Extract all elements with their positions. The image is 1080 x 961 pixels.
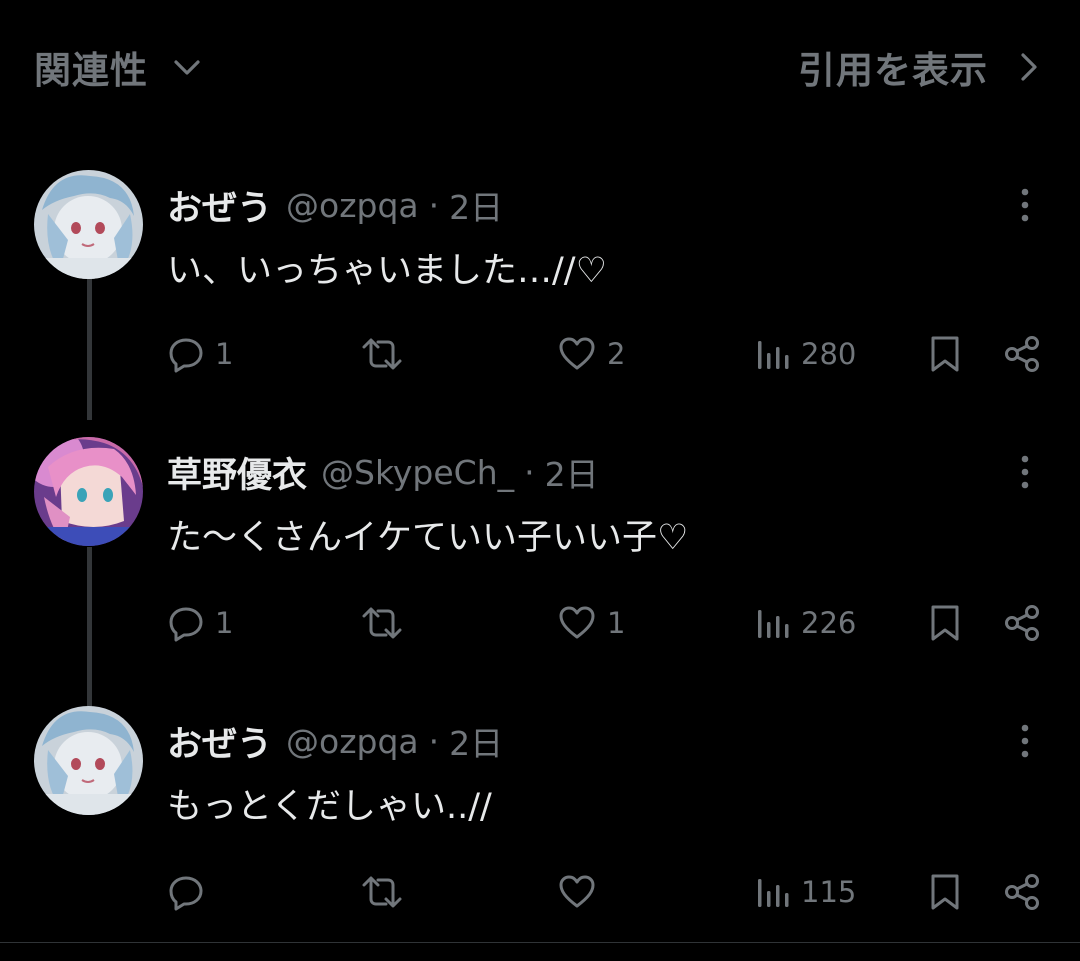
views-button[interactable]: 226 (755, 598, 856, 648)
share-icon (1005, 605, 1039, 641)
views-bar-icon (758, 879, 789, 907)
chevron-right-icon (1021, 53, 1037, 81)
tweet-text: た〜くさんイケていい子いい子♡ (167, 518, 689, 558)
view-quotes-link[interactable]: 引用を表示 (798, 40, 1044, 94)
more-vertical-icon[interactable] (1010, 722, 1040, 762)
views-button[interactable]: 115 (755, 867, 856, 917)
reply-bubble-icon (169, 607, 203, 642)
sort-label: 関連性 (34, 49, 148, 92)
display-name[interactable]: おぜう (167, 716, 272, 767)
retweet-icon (362, 876, 402, 908)
tweet-text: もっとくだしゃい..// (167, 787, 492, 827)
sort-dropdown[interactable]: 関連性 (34, 40, 204, 94)
retweet-button[interactable] (360, 867, 414, 917)
timestamp[interactable]: 2日 (449, 717, 503, 765)
views-bar-icon (758, 610, 789, 638)
avatar-image (34, 437, 143, 546)
bookmark-button[interactable] (928, 867, 962, 917)
retweet-icon (362, 338, 402, 370)
reply-tweet[interactable]: 草野優衣 @SkypeCh_ · 2日 た〜くさんイケていい子いい子♡ 1 1 … (0, 437, 1080, 667)
separator-dot: · (428, 721, 440, 761)
retweet-button[interactable] (360, 598, 414, 648)
like-count: 2 (607, 337, 626, 371)
action-bar: 1 2 280 (0, 329, 1080, 379)
more-vertical-icon[interactable] (1010, 453, 1040, 493)
retweet-button[interactable] (360, 329, 414, 379)
views-count: 280 (801, 337, 857, 371)
share-button[interactable] (1002, 329, 1042, 379)
reply-button[interactable]: 1 (167, 598, 233, 648)
chevron-down-icon (174, 60, 200, 75)
share-button[interactable] (1002, 867, 1042, 917)
bookmark-icon (931, 605, 959, 641)
like-button[interactable]: 1 (557, 598, 625, 648)
share-button[interactable] (1002, 598, 1042, 648)
avatar[interactable] (34, 170, 143, 279)
share-icon (1005, 336, 1039, 372)
divider (0, 942, 1080, 943)
heart-icon (559, 875, 595, 908)
reply-bubble-icon (169, 338, 203, 373)
heart-icon (559, 606, 595, 639)
view-quotes-label: 引用を表示 (798, 49, 988, 92)
reply-count: 1 (215, 337, 234, 371)
user-handle[interactable]: @SkypeCh_ (321, 453, 514, 492)
views-button[interactable]: 280 (755, 329, 856, 379)
avatar[interactable] (34, 706, 143, 815)
share-icon (1005, 874, 1039, 910)
like-count: 1 (607, 606, 626, 640)
like-button[interactable] (557, 867, 607, 917)
display-name[interactable]: おぜう (167, 180, 272, 231)
bookmark-icon (931, 874, 959, 910)
tweet-text: い、いっちゃいました…//♡ (167, 251, 607, 291)
action-bar: 115 (0, 867, 1080, 917)
separator-dot: · (524, 452, 535, 492)
action-bar: 1 1 226 (0, 598, 1080, 648)
bookmark-button[interactable] (928, 329, 962, 379)
tweet-header: おぜう @ozpqa · 2日 (167, 180, 503, 230)
avatar[interactable] (34, 437, 143, 546)
views-count: 115 (801, 875, 857, 909)
avatar-image (34, 170, 143, 279)
user-handle[interactable]: @ozpqa (286, 186, 419, 225)
bookmark-button[interactable] (928, 598, 962, 648)
reply-button[interactable]: 1 (167, 329, 233, 379)
reply-button[interactable] (167, 867, 215, 917)
more-vertical-icon[interactable] (1010, 186, 1040, 226)
user-handle[interactable]: @ozpqa (286, 722, 419, 761)
replies-header: 関連性 引用を表示 (0, 0, 1080, 130)
tweet-header: おぜう @ozpqa · 2日 (167, 716, 503, 766)
timestamp[interactable]: 2日 (545, 448, 599, 496)
reply-bubble-icon (169, 876, 203, 911)
retweet-icon (362, 607, 402, 639)
tweet-header: 草野優衣 @SkypeCh_ · 2日 (167, 447, 599, 497)
reply-tweet[interactable]: おぜう @ozpqa · 2日 もっとくだしゃい..// 115 (0, 706, 1080, 936)
heart-icon (559, 337, 595, 370)
views-count: 226 (801, 606, 857, 640)
reply-count: 1 (215, 606, 234, 640)
like-button[interactable]: 2 (557, 329, 625, 379)
separator-dot: · (428, 185, 440, 225)
avatar-image (34, 706, 143, 815)
timestamp[interactable]: 2日 (449, 181, 503, 229)
bookmark-icon (931, 336, 959, 372)
display-name[interactable]: 草野優衣 (167, 447, 307, 498)
reply-tweet[interactable]: おぜう @ozpqa · 2日 い、いっちゃいました…//♡ 1 2 280 (0, 170, 1080, 400)
views-bar-icon (758, 341, 789, 369)
